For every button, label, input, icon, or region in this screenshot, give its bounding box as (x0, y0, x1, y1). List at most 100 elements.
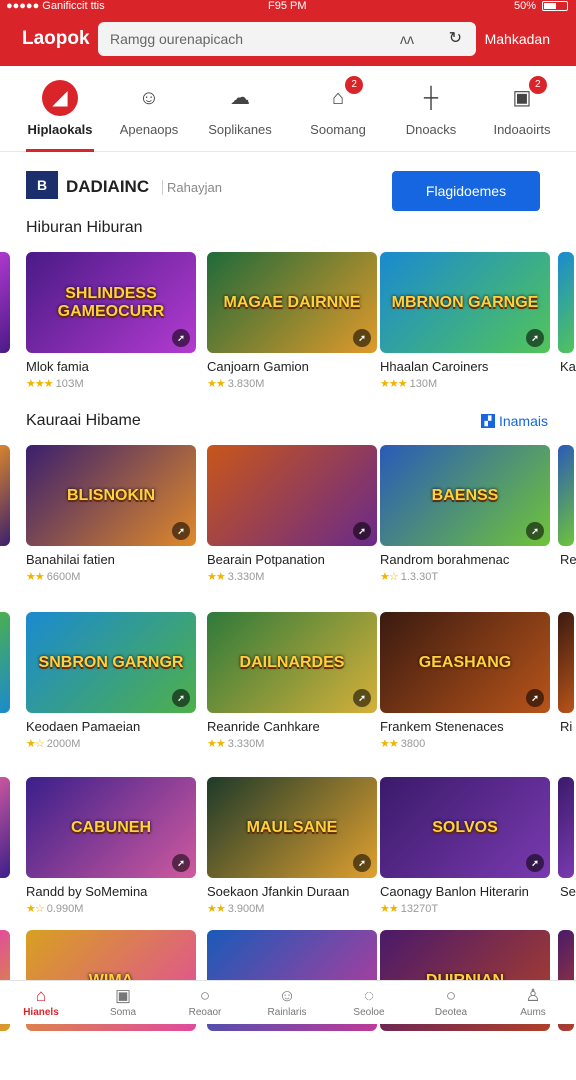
bottom-nav-item-1[interactable]: ⌂ Hianels (0, 981, 82, 1025)
bottom-nav-item-7[interactable]: ♙ Aums (492, 981, 574, 1025)
game-meta: ★☆ 2000M (26, 737, 80, 750)
header-right-link[interactable]: Mahkadan (485, 31, 550, 47)
game-meta: ★★ 3.830M (207, 377, 264, 390)
bottom-nav-item-2[interactable]: ▣ Soma (82, 981, 164, 1025)
play-icon[interactable]: ➚ (353, 854, 371, 872)
game-card[interactable]: MBRNON GARNGE ➚ Hhaalan Caroiners ★★★ 130M (380, 252, 550, 402)
bottom-nav-icon: ○ (199, 986, 211, 1005)
status-bar: ●●●●● Ganificcit ttis F95 PM 50% (0, 0, 576, 12)
bottom-nav-label: Reoaor (188, 1007, 222, 1018)
game-title: Caonagy Banlon Hiterarin (380, 884, 529, 899)
bottom-nav-icon: ◌ (363, 986, 375, 1005)
carousel-peek-title: Se (560, 884, 576, 899)
game-card[interactable]: CABUNEH ➚ Randd by SoMemina ★☆ 0.990M (26, 777, 196, 927)
play-icon[interactable]: ➚ (353, 329, 371, 347)
download-count: 2000M (46, 738, 81, 750)
bottom-nav-item-3[interactable]: ○ Reoaor (164, 981, 246, 1025)
voice-icon[interactable]: ʌʌ (400, 22, 414, 56)
carousel-peek-title: Re (560, 552, 576, 567)
bottom-nav-label: Deotea (434, 1007, 468, 1018)
search-input[interactable]: Ramgg ourenapicach ʌʌ ↻ (98, 22, 476, 56)
game-art-title: MAULSANE (246, 818, 338, 836)
game-thumbnail[interactable]: SHLINDESS GAMEOCURR ➚ (26, 252, 196, 353)
tab-4[interactable]: ⌂ 2 Soomang (302, 66, 374, 152)
download-count: 10ЗМ (55, 378, 84, 390)
game-meta: ★★ 3800 (380, 737, 425, 750)
game-meta: ★★ 13270T (380, 902, 438, 915)
play-icon[interactable]: ➚ (172, 522, 190, 540)
bottom-nav-label: Soma (109, 1007, 137, 1018)
game-thumbnail[interactable]: MAULSANE ➚ (207, 777, 377, 878)
game-card[interactable]: MAGAE DAIRNNE ➚ Canjoarn Gamion ★★ 3.830M (207, 252, 377, 402)
game-card[interactable]: MAULSANE ➚ Soekaon Jfankin Duraan ★★ 3.900M (207, 777, 377, 927)
game-title: Banahilai fatien (26, 552, 115, 567)
play-icon[interactable]: ➚ (353, 522, 371, 540)
game-thumbnail[interactable]: SNBRON GARNGR ➚ (26, 612, 196, 713)
game-thumbnail[interactable]: MAGAE DAIRNNE ➚ (207, 252, 377, 353)
bottom-nav-icon: ⌂ (35, 986, 47, 1005)
game-card[interactable]: ➚ Bearain Potpanation ★★ 3.330M (207, 445, 377, 595)
game-card[interactable]: SHLINDESS GAMEOCURR ➚ Mlok famia ★★★ 10ЗМ (26, 252, 196, 402)
app-logo[interactable]: Laopok (22, 28, 90, 50)
game-meta: ★★★ 130M (380, 377, 437, 390)
section-link[interactable]: ▞ Inamais (480, 413, 548, 429)
game-card[interactable]: SNBRON GARNGR ➚ Keodaen Pamaeian ★☆ 2000M (26, 612, 196, 762)
game-art-title: MAGAE DAIRNNE (223, 293, 361, 311)
game-card[interactable]: SOLVOS ➚ Caonagy Banlon Hiterarin ★★ 13270T (380, 777, 550, 927)
carousel-peek-right (558, 612, 574, 713)
tab-icon: ┼ (423, 87, 439, 109)
play-icon[interactable]: ➚ (172, 329, 190, 347)
play-icon[interactable]: ➚ (353, 689, 371, 707)
carousel-peek-left (0, 612, 10, 713)
tab-label: Soomang (310, 122, 366, 137)
tab-3[interactable]: ☁ Soplikanes (204, 66, 276, 152)
game-art-title: SNBRON GARNGR (38, 653, 184, 671)
game-title: Reanride Canhkare (207, 719, 320, 734)
tab-2[interactable]: ☺ Apenaops (116, 66, 182, 152)
game-art-title: DAILNARDES (239, 653, 345, 671)
play-icon[interactable]: ➚ (526, 329, 544, 347)
carousel-peek-left (0, 445, 10, 546)
bottom-nav-item-5[interactable]: ◌ Seoloe (328, 981, 410, 1025)
search-placeholder: Ramgg ourenapicach (110, 31, 244, 47)
download-count: 6600M (46, 571, 81, 583)
tab-5[interactable]: ┼ Dnoacks (398, 66, 464, 152)
status-icons: 50% (514, 0, 568, 12)
rating-stars: ★★ (380, 903, 399, 915)
tab-6[interactable]: ▣ 2 Indoaoirts (488, 66, 556, 152)
section-title: Hiburan Hiburan (26, 219, 143, 236)
game-card[interactable]: BLISNOKIN ➚ Banahilai fatien ★★ 6600M (26, 445, 196, 595)
brand-cta-button[interactable]: Flagidoemes (392, 171, 540, 211)
play-icon[interactable]: ➚ (172, 689, 190, 707)
game-card[interactable]: BAENSS ➚ Randrom borahmenac ★☆ 1.3.30T (380, 445, 550, 595)
bottom-nav-icon: ☺ (278, 986, 296, 1005)
game-title: Soekaon Jfankin Duraan (207, 884, 350, 899)
game-thumbnail[interactable]: CABUNEH ➚ (26, 777, 196, 878)
clock: F95 PM (268, 0, 307, 12)
game-thumbnail[interactable]: BLISNOKIN ➚ (26, 445, 196, 546)
game-thumbnail[interactable]: DAILNARDES ➚ (207, 612, 377, 713)
bottom-navigation: ⌂ Hianels ▣ Soma ○ Reoaor ☺ Rainlaris ◌ Seoloe ○ De… (0, 980, 576, 1024)
game-thumbnail[interactable]: GEASHANG ➚ (380, 612, 550, 713)
play-icon[interactable]: ➚ (526, 522, 544, 540)
brand-name: DADIAINC (66, 177, 150, 196)
bottom-nav-item-4[interactable]: ☺ Rainlaris (246, 981, 328, 1025)
bottom-nav-label: Seoloe (353, 1007, 385, 1018)
game-thumbnail[interactable]: BAENSS ➚ (380, 445, 550, 546)
game-thumbnail[interactable]: SOLVOS ➚ (380, 777, 550, 878)
game-card[interactable]: GEASHANG ➚ Frankem Stenenaces ★★ 3800 (380, 612, 550, 762)
game-thumbnail[interactable]: ➚ (207, 445, 377, 546)
game-card[interactable]: DAILNARDES ➚ Reanride Canhkare ★★ 3.330M (207, 612, 377, 762)
play-icon[interactable]: ➚ (172, 854, 190, 872)
carousel-peek-right (558, 777, 574, 878)
play-icon[interactable]: ➚ (526, 854, 544, 872)
game-thumbnail[interactable]: MBRNON GARNGE ➚ (380, 252, 550, 353)
rating-stars: ★☆ (26, 738, 45, 750)
tab-icon: ◢ (42, 80, 78, 116)
tab-1[interactable]: ◢ Hiplaokals (26, 66, 94, 152)
refresh-icon[interactable]: ↻ (449, 22, 462, 56)
bottom-nav-item-6[interactable]: ○ Deotea (410, 981, 492, 1025)
play-icon[interactable]: ➚ (526, 689, 544, 707)
download-count: 3800 (400, 738, 426, 750)
download-count: 130M (409, 378, 438, 390)
